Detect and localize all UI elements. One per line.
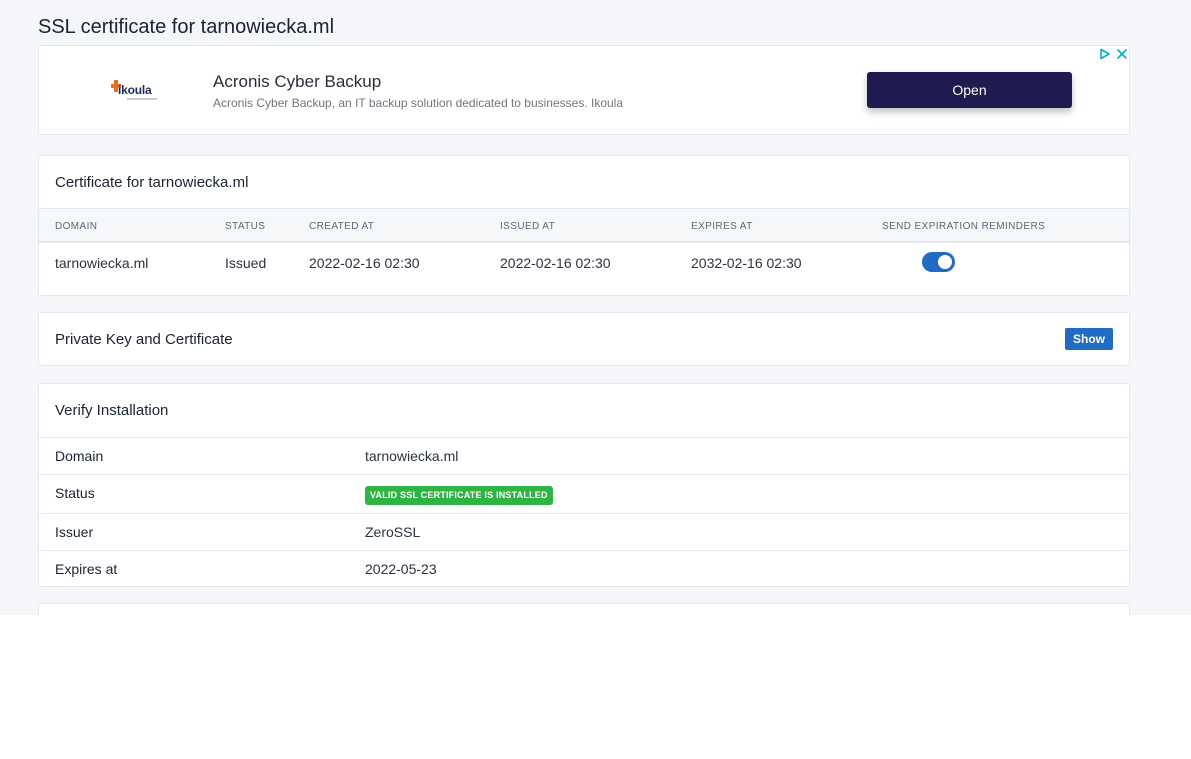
ad-banner[interactable]: ikoula Acronis Cyber Backup Acronis Cybe… [38,45,1130,135]
verify-label-issuer: Issuer [55,524,94,540]
verify-installation-title: Verify Installation [55,402,169,419]
column-header-status: STATUS [225,221,266,232]
verify-value-domain: tarnowiecka.ml [365,448,459,464]
certificate-table-header: DOMAIN STATUS CREATED AT ISSUED AT EXPIR… [39,209,1129,243]
ad-choices[interactable] [1099,47,1129,61]
ad-open-button[interactable]: Open [867,72,1072,108]
certificate-card-title: Certificate for tarnowiecka.ml [39,156,1129,209]
verify-label-expires-at: Expires at [55,561,118,577]
page: SSL certificate for tarnowiecka.ml ikoul… [0,0,1191,615]
verify-row-status: Status VALID SSL CERTIFICATE IS INSTALLE… [39,474,1129,513]
cell-issued-at: 2022-02-16 02:30 [500,255,611,271]
close-icon[interactable] [1116,48,1128,60]
ad-logo[interactable]: ikoula [111,77,161,103]
cell-domain: tarnowiecka.ml [55,255,149,271]
status-badge: VALID SSL CERTIFICATE IS INSTALLED [365,486,553,505]
cell-expires-at: 2032-02-16 02:30 [691,255,802,271]
ad-choices-icon[interactable] [1099,48,1111,60]
verify-installation-card: Verify Installation Domain tarnowiecka.m… [38,383,1130,587]
toggle-knob [938,255,952,269]
next-card-partial [38,603,1130,615]
certificate-card: Certificate for tarnowiecka.ml DOMAIN ST… [38,155,1130,296]
verify-row-issuer: Issuer ZeroSSL [39,513,1129,550]
private-key-card-title: Private Key and Certificate [55,331,233,348]
column-header-issued-at: ISSUED AT [500,221,556,232]
cell-status: Issued [225,255,267,271]
cell-created-at: 2022-02-16 02:30 [309,255,420,271]
ad-description[interactable]: Acronis Cyber Backup, an IT backup solut… [213,96,623,110]
column-header-send-reminders: SEND EXPIRATION REMINDERS [882,221,1046,232]
show-private-key-button[interactable]: Show [1065,328,1113,350]
ad-logo-tagline [127,98,157,100]
ad-logo-text: ikoula [118,83,152,97]
column-header-created-at: CREATED AT [309,221,375,232]
verify-row-domain: Domain tarnowiecka.ml [39,437,1129,474]
column-header-expires-at: EXPIRES AT [691,221,753,232]
verify-label-status: Status [55,485,95,501]
page-title: SSL certificate for tarnowiecka.ml [38,16,335,38]
verify-row-expires-at: Expires at 2022-05-23 [39,550,1129,586]
verify-value-expires-at: 2022-05-23 [365,561,437,577]
verify-label-domain: Domain [55,448,104,464]
verify-value-issuer: ZeroSSL [365,524,421,540]
ad-title[interactable]: Acronis Cyber Backup [213,72,381,92]
private-key-card: Private Key and Certificate Show [38,312,1130,366]
column-header-domain: DOMAIN [55,221,98,232]
expiration-reminders-toggle[interactable] [922,252,955,272]
